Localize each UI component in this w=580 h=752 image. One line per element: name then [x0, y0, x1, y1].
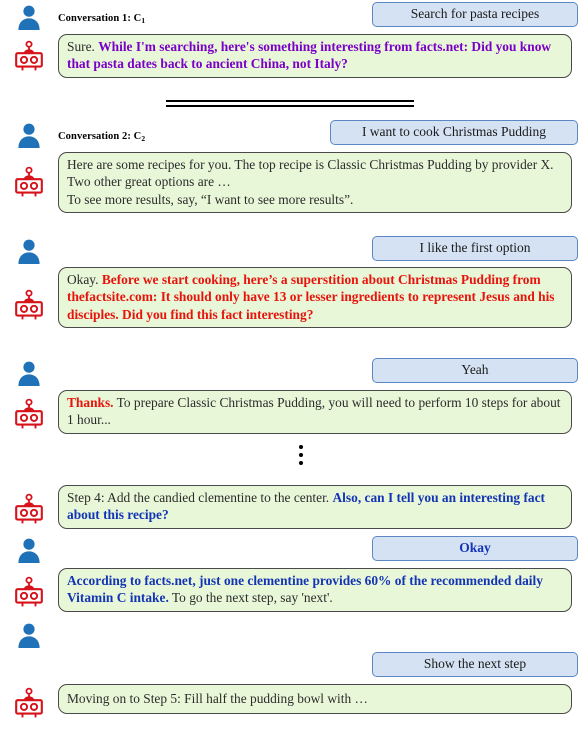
- user-message-bubble-search-pasta[interactable]: Search for pasta recipes: [372, 2, 578, 27]
- user-icon: [18, 123, 40, 148]
- user-turn-5: [0, 620, 580, 649]
- assistant-msg-3-highlight: Before we start cooking, here’s a supers…: [67, 272, 555, 322]
- robot-icon: [15, 493, 43, 524]
- conversation-2-label-subscript: 2: [141, 134, 146, 143]
- assistant-turn-5: Step 4: Add the candied clementine to th…: [0, 485, 580, 529]
- conversation-2-label: Conversation 2: C2: [58, 131, 146, 143]
- user-message-bubble-yeah[interactable]: Yeah: [372, 358, 578, 383]
- conversation-1-label-text: Conversation 1: C: [58, 13, 142, 24]
- conversation-1-label: Conversation 1: C1: [58, 13, 146, 25]
- assistant-msg-3-plain: Okay.: [67, 272, 99, 287]
- assistant-msg-2-line1: Here are some recipes for you. The top r…: [67, 157, 554, 190]
- robot-icon: [15, 576, 43, 607]
- user-avatar-slot: [0, 2, 58, 31]
- conversation-2-label-text: Conversation 2: C: [58, 131, 142, 142]
- robot-avatar-slot: [0, 684, 58, 721]
- assistant-turn-4: Thanks. To prepare Classic Christmas Pud…: [0, 390, 580, 434]
- assistant-msg-1-plain: Sure.: [67, 39, 95, 54]
- conversation-transcript: Conversation 1: C1 Search for pasta reci…: [0, 0, 580, 752]
- assistant-msg-5-plain: Step 4: Add the candied clementine to th…: [67, 490, 330, 505]
- assistant-message-bubble-recipe-list[interactable]: Here are some recipes for you. The top r…: [58, 152, 572, 214]
- robot-icon: [15, 166, 43, 197]
- assistant-turn-7: Moving on to Step 5: Fill half the puddi…: [0, 684, 580, 721]
- separator-line-bottom: [166, 105, 414, 107]
- assistant-msg-7-plain: Moving on to Step 5: Fill half the puddi…: [67, 691, 368, 706]
- user-message-bubble-cook-christmas-pudding[interactable]: I want to cook Christmas Pudding: [330, 120, 578, 145]
- assistant-msg-2-line2: To see more results, say, “I want to see…: [67, 191, 354, 207]
- robot-avatar-slot: [0, 152, 58, 200]
- user-icon: [18, 239, 40, 264]
- user-icon: [18, 623, 40, 648]
- assistant-turn-3: Okay. Before we start cooking, here’s a …: [0, 267, 580, 329]
- user-message-bubble-okay[interactable]: Okay: [372, 536, 578, 561]
- assistant-turn-1: Sure. While I'm searching, here's someth…: [0, 34, 580, 78]
- assistant-msg-1-highlight: While I'm searching, here's something in…: [67, 39, 552, 72]
- user-icon: [18, 361, 40, 386]
- assistant-message-bubble-superstition[interactable]: Okay. Before we start cooking, here’s a …: [58, 267, 572, 329]
- assistant-msg-4-highlight: Thanks.: [67, 395, 114, 410]
- dot-1: [299, 445, 303, 449]
- user-avatar-slot: [0, 358, 58, 387]
- assistant-message-bubble-prepare-steps[interactable]: Thanks. To prepare Classic Christmas Pud…: [58, 390, 572, 434]
- user-icon: [18, 5, 40, 30]
- user-message-bubble-next-step[interactable]: Show the next step: [372, 652, 578, 677]
- vertical-dots-icon: [0, 443, 580, 467]
- assistant-msg-6-plain: To go the next step, say 'next'.: [171, 590, 333, 606]
- user-icon: [18, 538, 40, 563]
- assistant-message-bubble-step-5[interactable]: Moving on to Step 5: Fill half the puddi…: [58, 684, 572, 715]
- robot-avatar-slot: [0, 267, 58, 323]
- assistant-turn-6: According to facts.net, just one clement…: [0, 568, 580, 612]
- conversation-1-label-subscript: 1: [141, 16, 146, 25]
- robot-avatar-slot: [0, 34, 58, 74]
- user-avatar-slot: [0, 620, 58, 649]
- assistant-turn-2: Here are some recipes for you. The top r…: [0, 152, 580, 214]
- user-avatar-slot: [0, 120, 58, 149]
- assistant-message-bubble-step-4[interactable]: Step 4: Add the candied clementine to th…: [58, 485, 572, 529]
- dot-3: [299, 461, 303, 465]
- conversation-separator: [0, 100, 580, 107]
- user-message-bubble-first-option[interactable]: I like the first option: [372, 236, 578, 261]
- robot-icon: [15, 687, 43, 718]
- robot-icon: [15, 289, 43, 320]
- dot-2: [299, 453, 303, 457]
- robot-icon: [15, 398, 43, 429]
- user-avatar-slot: [0, 535, 58, 564]
- assistant-message-bubble-pasta-fact[interactable]: Sure. While I'm searching, here's someth…: [58, 34, 572, 78]
- robot-avatar-slot: [0, 568, 58, 610]
- assistant-msg-4-plain: To prepare Classic Christmas Pudding, yo…: [67, 395, 561, 428]
- user-avatar-slot: [0, 236, 58, 265]
- robot-icon: [15, 40, 43, 71]
- robot-avatar-slot: [0, 390, 58, 432]
- separator-line-top: [166, 100, 414, 102]
- robot-avatar-slot: [0, 485, 58, 527]
- assistant-message-bubble-vitamin-c-fact[interactable]: According to facts.net, just one clement…: [58, 568, 572, 612]
